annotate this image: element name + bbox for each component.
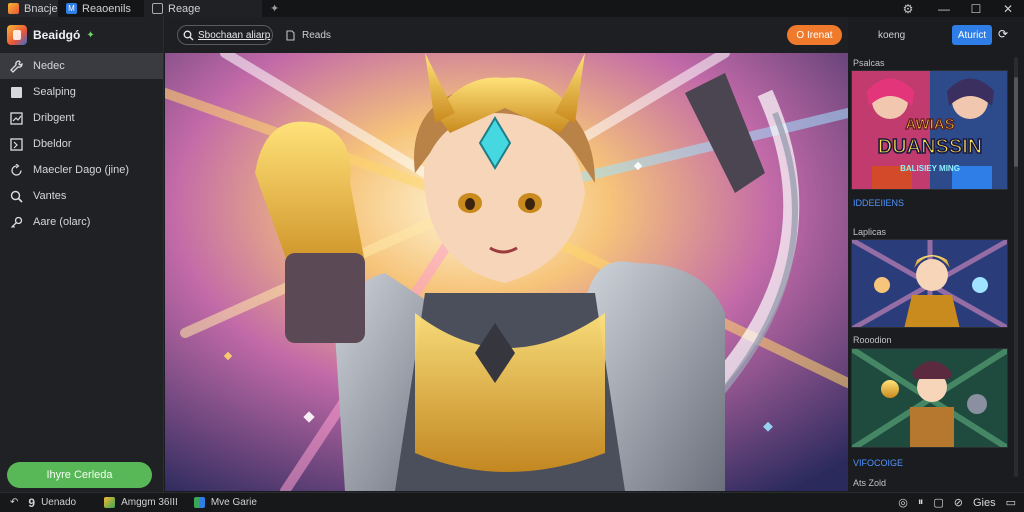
refresh-icon <box>9 163 23 177</box>
thumbnail-card-2[interactable] <box>851 239 1008 328</box>
wrench-icon <box>9 59 23 73</box>
hero-artwork <box>165 53 848 491</box>
section-label: Laplicas <box>853 227 887 237</box>
key-icon <box>9 215 23 229</box>
sidebar-item-label: Vantes <box>33 190 67 202</box>
status-bar: ↶ 9 Uenado Amggm 36III Mve Garie ◎ ⏸ ▢ ⊘… <box>0 492 1024 512</box>
sparkle-icon: ✦ <box>86 29 95 41</box>
status-label: Amggm 36III <box>121 497 178 508</box>
sidebar-item-aare[interactable]: Aare (olarc) <box>0 209 163 235</box>
close-button[interactable]: ✕ <box>992 2 1024 16</box>
document-icon <box>286 29 295 41</box>
title-bar: Bnacje M Reaoenils Reage ✦ ⚙ — ☐ ✕ <box>0 0 1024 17</box>
status-item-mve-garie[interactable]: Mve Garie <box>193 497 257 508</box>
main-artwork-viewer[interactable] <box>165 53 848 491</box>
tab-reage[interactable]: Reage <box>144 0 262 17</box>
toolbar: Sbochaan aliarp Reads O Irenat <box>165 17 848 53</box>
monitor-icon[interactable]: ▭ <box>1006 496 1016 509</box>
panel-top-label: koeng <box>878 29 906 41</box>
square-icon <box>9 85 23 99</box>
section-title-link[interactable]: VIFOCOIGE <box>853 458 903 468</box>
thumbnail-card-3[interactable] <box>851 348 1008 448</box>
thumbnail-image <box>852 240 1007 327</box>
thumbnail-image: AWIAS DUANSSIN BALISIEY MING <box>852 71 1007 189</box>
orange-action-button[interactable]: O Irenat <box>787 25 842 45</box>
m-icon: M <box>66 3 77 14</box>
search-icon <box>183 30 194 40</box>
chart-icon <box>9 111 23 125</box>
window-controls: ⚙ — ☐ ✕ <box>888 0 1024 17</box>
thumbnail-card-1[interactable]: AWIAS DUANSSIN BALISIEY MING <box>851 70 1008 190</box>
search-label: Sbochaan aliarp <box>198 29 271 41</box>
sidebar-item-label: Maecler Dago (jine) <box>33 164 129 176</box>
brand-logo-icon <box>7 25 27 45</box>
link-icon[interactable]: ⊘ <box>954 496 963 509</box>
right-panel: koeng Aturict ⟳ Psalcas AWIAS DUANSSIN B… <box>848 17 1024 492</box>
status-item-uenado[interactable]: 9 Uenado <box>28 496 76 510</box>
sidebar-item-dbeldor[interactable]: Dbeldor <box>0 131 163 157</box>
section-label: Rooodion <box>853 335 892 345</box>
tab-reaoenils[interactable]: M Reaoenils <box>58 0 144 17</box>
sidebar-item-label: Sealping <box>33 86 76 98</box>
thumb-title-line1: AWIAS <box>905 116 954 133</box>
tray-label: Gies <box>972 496 996 509</box>
info-icon[interactable]: ◎ <box>898 496 908 509</box>
sidebar-item-vantes[interactable]: Vantes <box>0 183 163 209</box>
section-label: Psalcas <box>853 58 885 68</box>
image-icon <box>152 3 163 14</box>
sidebar-item-maecler[interactable]: Maecler Dago (jine) <box>0 157 163 183</box>
status-label: Uenado <box>41 497 77 508</box>
sidebar-item-nedec[interactable]: Nedec <box>0 53 163 79</box>
brand[interactable]: Beaidgó ✦ <box>0 17 163 53</box>
sync-icon[interactable]: ⟳ <box>998 27 1008 41</box>
nine-icon: 9 <box>28 495 36 510</box>
pause-icon[interactable]: ⏸ <box>918 496 924 509</box>
app-icon <box>8 3 19 14</box>
thumb-title-line3: BALISIEY MING <box>900 164 960 173</box>
panel-scrollbar[interactable] <box>1014 57 1018 477</box>
tab-bnacje[interactable]: Bnacje <box>0 0 58 17</box>
status-item-amggm[interactable]: Amggm 36III <box>104 497 178 508</box>
game-icon <box>104 497 116 508</box>
back-icon[interactable]: ↶ <box>10 497 18 508</box>
settings-icon[interactable]: ⚙ <box>888 2 928 16</box>
pin-icon[interactable]: ✦ <box>270 2 279 15</box>
thumbnail-image <box>852 349 1007 447</box>
tab-label: Reage <box>168 2 201 15</box>
brand-name: Beaidgó <box>33 28 81 42</box>
sidebar-item-label: Dbeldor <box>33 138 72 150</box>
window-icon[interactable]: ▢ <box>933 496 943 509</box>
blue-action-button[interactable]: Aturict <box>952 25 992 45</box>
tab-label: Reaoenils <box>82 2 131 15</box>
sidebar-item-sealping[interactable]: Sealping <box>0 79 163 105</box>
grid-icon <box>193 497 205 508</box>
thumb-title-line2: DUANSSIN <box>878 136 982 158</box>
sidebar-item-label: Nedec <box>33 60 65 72</box>
primary-action-button[interactable]: Ihyre Cerleda <box>7 462 152 488</box>
minimize-button[interactable]: — <box>928 2 960 16</box>
sidebar: Beaidgó ✦ Nedec Sealping Dribgent Dbeldo… <box>0 17 164 492</box>
section-title-link[interactable]: IDDEEIIENS <box>853 198 904 208</box>
maximize-button[interactable]: ☐ <box>960 2 992 16</box>
sidebar-item-dribgent[interactable]: Dribgent <box>0 105 163 131</box>
search-input[interactable]: Sbochaan aliarp <box>177 25 273 45</box>
status-label: Mve Garie <box>210 497 257 508</box>
sidebar-item-label: Aare (olarc) <box>33 216 91 228</box>
reads-label: Reads <box>302 29 331 41</box>
reads-link[interactable]: Reads <box>285 30 331 41</box>
panel-footer-label: Ats Zold <box>853 478 887 488</box>
tab-label: Bnacje <box>24 2 58 15</box>
sidebar-item-label: Dribgent <box>33 112 75 124</box>
status-tray: ◎ ⏸ ▢ ⊘ Gies ▭ <box>898 496 1024 509</box>
search-icon <box>9 189 23 203</box>
screen-icon <box>9 137 23 151</box>
